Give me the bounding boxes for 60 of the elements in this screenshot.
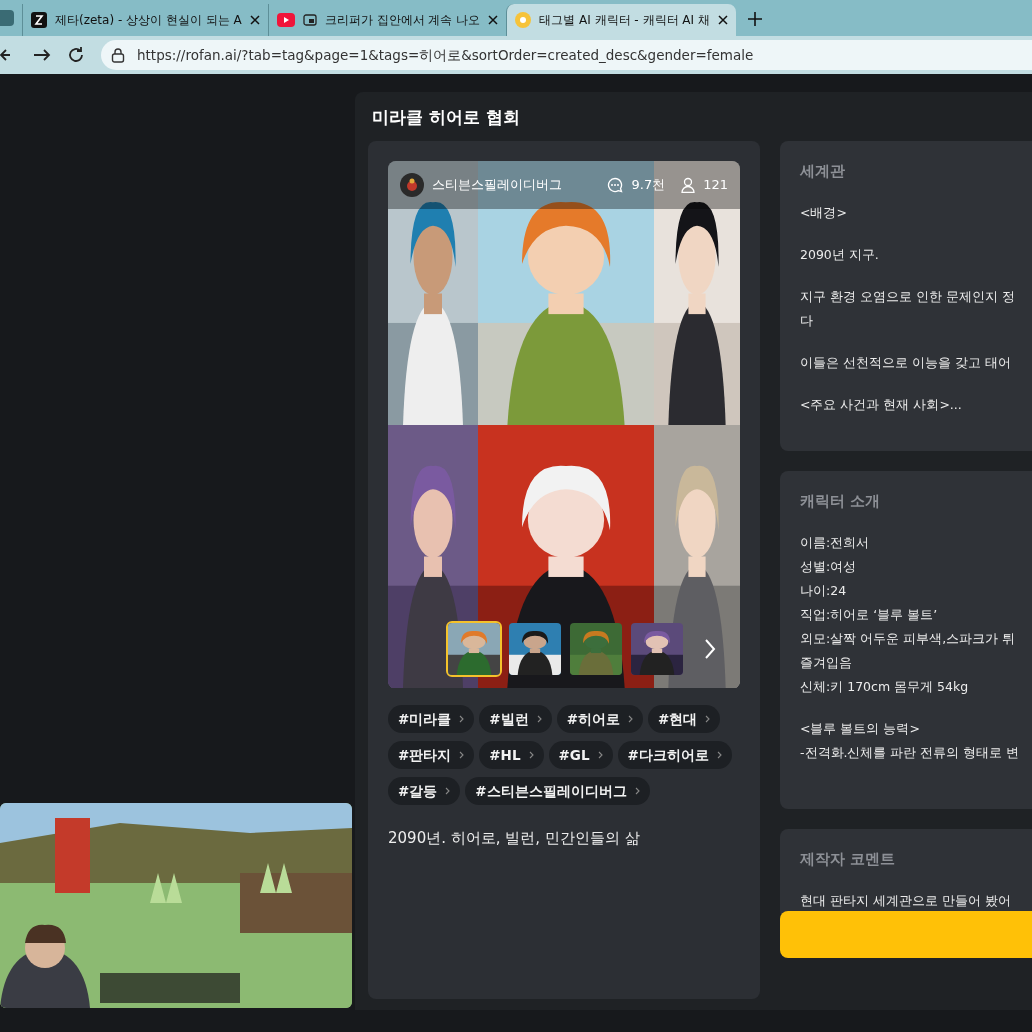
panel-text: 지구 환경 오염으로 인한 문제인지 정: [800, 287, 1016, 306]
chevron-right-icon: [459, 751, 465, 759]
panel-heading: 세계관: [800, 162, 846, 181]
tab-title: 제타(zeta) - 상상이 현실이 되는 A: [55, 12, 242, 29]
chevron-right-icon: [705, 715, 711, 723]
tag-chip[interactable]: #현대: [647, 705, 721, 733]
panel-heading: 제작자 코멘트: [800, 850, 897, 869]
start-chat-button[interactable]: [780, 911, 1032, 958]
panel-text: -전격화.신체를 파란 전류의 형태로 변: [800, 743, 1021, 762]
browser-tab[interactable]: 태그별 AI 캐릭터 - 캐릭터 AI 채: [506, 4, 736, 36]
new-tab-icon[interactable]: [747, 12, 762, 26]
tag-chip[interactable]: #스티븐스필레이디버그: [465, 777, 650, 805]
tab-title: 크리퍼가 집안에서 계속 나오: [324, 12, 481, 29]
panel-text: 현대 판타지 세계관으로 만들어 봤어: [800, 891, 1012, 910]
tag-chip[interactable]: #HL: [479, 741, 544, 769]
tab-icon: [31, 12, 47, 28]
chevron-right-icon: [597, 751, 603, 759]
panel-text: 성별:여성: [800, 557, 858, 576]
panel-text: 2090년 지구.: [800, 245, 880, 264]
tag-chip[interactable]: #미라클: [388, 705, 475, 733]
panel-text: 직업:히어로 ‘블루 볼트’: [800, 605, 939, 624]
tag-chip[interactable]: #GL: [548, 741, 613, 769]
panel-text: 다: [800, 311, 814, 330]
close-icon[interactable]: [717, 15, 728, 25]
close-icon[interactable]: [249, 15, 260, 25]
panel-text: 즐겨입음: [800, 653, 853, 672]
back-icon[interactable]: [0, 47, 10, 63]
panel-text: 외모:살짝 어두운 피부색,스파크가 튀: [800, 629, 1017, 648]
address-bar[interactable]: https://rofan.ai/?tab=tag&page=1&tags=히어로&sortOrder=created_desc&gender=female: [101, 40, 1032, 70]
close-icon[interactable]: [488, 15, 499, 25]
chevron-right-icon: [528, 751, 534, 759]
panel-text: 신체:키 170cm 몸무게 54kg: [800, 677, 970, 696]
forward-icon[interactable]: [34, 47, 51, 63]
tag-chip[interactable]: #판타지: [388, 741, 475, 769]
description-text: 2090년. 히어로, 빌런, 민간인들의 삶: [388, 828, 641, 849]
panel-text: 이름:전희서: [800, 533, 871, 552]
panel-text: <배경>: [800, 203, 848, 222]
tag-chip[interactable]: #갈등: [388, 777, 461, 805]
play-icon: [276, 13, 295, 27]
chevron-right-icon: [634, 787, 640, 795]
panel-text: <주요 사건과 현재 사회>...: [800, 395, 963, 414]
url-text: https://rofan.ai/?tab=tag&page=1&tags=히어로&sortOrder=created_desc&gender=female: [137, 45, 754, 65]
chevron-right-icon: [445, 787, 451, 795]
modal-title: 미라클 히어로 협회: [372, 106, 521, 129]
tab-title: 태그별 AI 캐릭터 - 캐릭터 AI 채: [539, 12, 710, 29]
picture-in-picture-icon: [302, 14, 317, 26]
tab-icon: [515, 12, 532, 28]
chevron-right-icon: [627, 715, 633, 723]
tag-chip[interactable]: #히어로: [556, 705, 643, 733]
tag-chip[interactable]: #다크히어로: [617, 741, 732, 769]
panel-text: 나이:24: [800, 581, 848, 600]
panel-heading: 캐릭터 소개: [800, 492, 882, 511]
chevron-right-icon: [536, 715, 542, 723]
panel-text: 이들은 선천적으로 이능을 갖고 태어: [800, 353, 1012, 372]
lock-icon: [111, 47, 125, 63]
panel-text: <블루 볼트의 능력>: [800, 719, 921, 738]
chevron-right-icon: [716, 751, 722, 759]
tag-chip[interactable]: #빌런: [479, 705, 552, 733]
reload-icon[interactable]: [67, 46, 85, 64]
chevron-right-icon: [459, 715, 465, 723]
